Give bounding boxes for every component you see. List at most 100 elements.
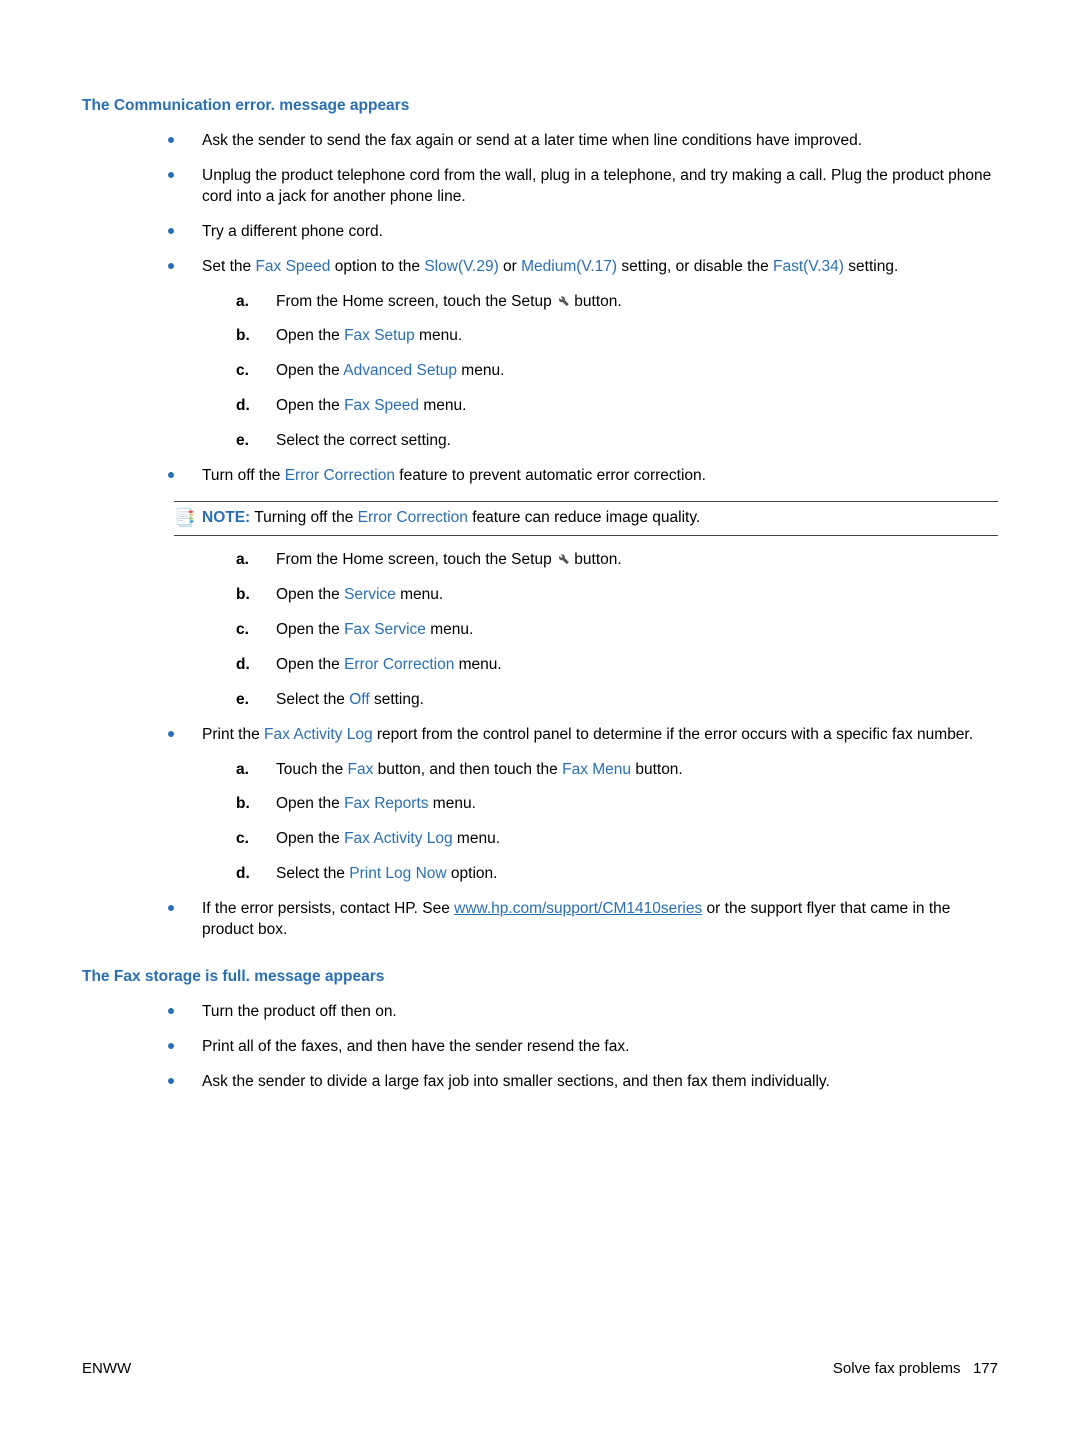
ordered-steps: a.From the Home screen, touch the Setup … bbox=[202, 550, 998, 711]
body-text: menu. bbox=[429, 795, 476, 812]
page-footer: ENWW Solve fax problems 177 bbox=[82, 1359, 998, 1379]
bullet-item: Ask the sender to send the fax again or … bbox=[168, 131, 998, 152]
body-text: menu. bbox=[396, 586, 443, 603]
section-heading-communication-error: The Communication error. message appears bbox=[82, 96, 998, 117]
body-text: Unplug the product telephone cord from t… bbox=[202, 167, 991, 205]
step-item: b.Open the Fax Reports menu. bbox=[236, 794, 998, 815]
body-text: Set the bbox=[202, 258, 255, 275]
bullet-list-1: Ask the sender to send the fax again or … bbox=[168, 131, 998, 487]
step-marker: c. bbox=[236, 620, 249, 641]
footer-right: Solve fax problems 177 bbox=[833, 1359, 998, 1379]
keyword: Fax Service bbox=[344, 621, 426, 638]
body-text: Touch the bbox=[276, 761, 348, 778]
body-text: Turn the product off then on. bbox=[202, 1003, 397, 1020]
setup-wrench-icon bbox=[556, 293, 570, 307]
keyword: Fax bbox=[348, 761, 374, 778]
body-text: Turn off the bbox=[202, 467, 285, 484]
keyword: Fax Menu bbox=[562, 761, 631, 778]
bullet-item: Try a different phone cord. bbox=[168, 222, 998, 243]
bullet-item: Print the Fax Activity Log report from t… bbox=[168, 725, 998, 886]
step-item: a.From the Home screen, touch the Setup … bbox=[236, 550, 998, 571]
keyword: Fax Speed bbox=[344, 397, 419, 414]
support-link[interactable]: www.hp.com/support/CM1410series bbox=[454, 900, 702, 917]
keyword: Advanced Setup bbox=[343, 362, 457, 379]
step-item: d. Open the Error Correction menu. bbox=[236, 655, 998, 676]
step-item: d. Open the Fax Speed menu. bbox=[236, 396, 998, 417]
keyword: Off bbox=[349, 691, 369, 708]
step-marker: c. bbox=[236, 361, 249, 382]
bullet-item: Ask the sender to divide a large fax job… bbox=[168, 1072, 998, 1093]
keyword: Medium(V.17) bbox=[521, 258, 617, 275]
body-text: Try a different phone cord. bbox=[202, 223, 383, 240]
step-item: a.From the Home screen, touch the Setup … bbox=[236, 292, 998, 313]
note-icon: 📑 bbox=[174, 507, 195, 530]
body-text: Open the bbox=[276, 830, 344, 847]
body-text: button. bbox=[570, 551, 622, 568]
step-marker: e. bbox=[236, 431, 249, 452]
body-text: Print the bbox=[202, 726, 264, 743]
body-text: Open the bbox=[276, 656, 344, 673]
body-text: menu. bbox=[454, 656, 501, 673]
keyword: Fax Activity Log bbox=[344, 830, 453, 847]
keyword: Slow(V.29) bbox=[424, 258, 498, 275]
body-text: option to the bbox=[330, 258, 424, 275]
body-text: option. bbox=[447, 865, 498, 882]
step-marker: b. bbox=[236, 326, 250, 347]
step-item: c.Open the Fax Activity Log menu. bbox=[236, 829, 998, 850]
footer-left: ENWW bbox=[82, 1359, 131, 1379]
body-text: Print all of the faxes, and then have th… bbox=[202, 1038, 629, 1055]
step-marker: d. bbox=[236, 864, 250, 885]
keyword: Print Log Now bbox=[349, 865, 446, 882]
section-heading-fax-storage-full: The Fax storage is full. message appears bbox=[82, 967, 998, 988]
step-marker: e. bbox=[236, 690, 249, 711]
body-text: setting. bbox=[844, 258, 898, 275]
note-callout: 📑 NOTE: Turning off the Error Correction… bbox=[174, 501, 998, 536]
body-text: menu. bbox=[419, 397, 466, 414]
body-text: From the Home screen, touch the Setup bbox=[276, 293, 556, 310]
setup-wrench-icon bbox=[556, 551, 570, 565]
body-text: Open the bbox=[276, 795, 344, 812]
body-text: Ask the sender to divide a large fax job… bbox=[202, 1073, 830, 1090]
step-marker: c. bbox=[236, 829, 249, 850]
step-marker: a. bbox=[236, 292, 249, 313]
step-marker: a. bbox=[236, 550, 249, 571]
bullet-item: Unplug the product telephone cord from t… bbox=[168, 166, 998, 208]
step-item: d. Select the Print Log Now option. bbox=[236, 864, 998, 885]
body-text: button. bbox=[570, 293, 622, 310]
document-page: The Communication error. message appears… bbox=[0, 0, 1080, 1437]
keyword: Fax Activity Log bbox=[264, 726, 373, 743]
bullet-item: If the error persists, contact HP. See w… bbox=[168, 899, 998, 941]
bullet-item: Set the Fax Speed option to the Slow(V.2… bbox=[168, 257, 998, 453]
keyword: Error Correction bbox=[344, 656, 454, 673]
body-text: Open the bbox=[276, 397, 344, 414]
body-text: Select the bbox=[276, 865, 349, 882]
footer-section-title: Solve fax problems bbox=[833, 1360, 961, 1377]
body-text: setting. bbox=[370, 691, 424, 708]
step-marker: d. bbox=[236, 396, 250, 417]
step-marker: a. bbox=[236, 760, 249, 781]
keyword: Error Correction bbox=[285, 467, 395, 484]
keyword: Fax Reports bbox=[344, 795, 428, 812]
note-label: NOTE: bbox=[202, 509, 250, 526]
body-text: menu. bbox=[415, 327, 462, 344]
step-item: b.Open the Fax Setup menu. bbox=[236, 326, 998, 347]
keyword: Error Correction bbox=[358, 509, 468, 526]
bullet-list-2: Turn the product off then on. Print all … bbox=[168, 1002, 998, 1093]
step-item: e.Select the Off setting. bbox=[236, 690, 998, 711]
body-text: menu. bbox=[457, 362, 504, 379]
step-marker: d. bbox=[236, 655, 250, 676]
body-text: feature can reduce image quality. bbox=[468, 509, 700, 526]
body-text: Open the bbox=[276, 621, 344, 638]
body-text: From the Home screen, touch the Setup bbox=[276, 551, 556, 568]
body-text: If the error persists, contact HP. See bbox=[202, 900, 454, 917]
ordered-steps: a.Touch the Fax button, and then touch t… bbox=[202, 760, 998, 886]
step-item: a.Touch the Fax button, and then touch t… bbox=[236, 760, 998, 781]
body-text: Select the correct setting. bbox=[276, 432, 451, 449]
body-text: Open the bbox=[276, 362, 343, 379]
page-number: 177 bbox=[973, 1360, 998, 1377]
keyword: Service bbox=[344, 586, 396, 603]
step-item: c. Open the Advanced Setup menu. bbox=[236, 361, 998, 382]
body-text: Open the bbox=[276, 327, 344, 344]
body-text: report from the control panel to determi… bbox=[373, 726, 973, 743]
ordered-steps: a.From the Home screen, touch the Setup … bbox=[202, 292, 998, 453]
